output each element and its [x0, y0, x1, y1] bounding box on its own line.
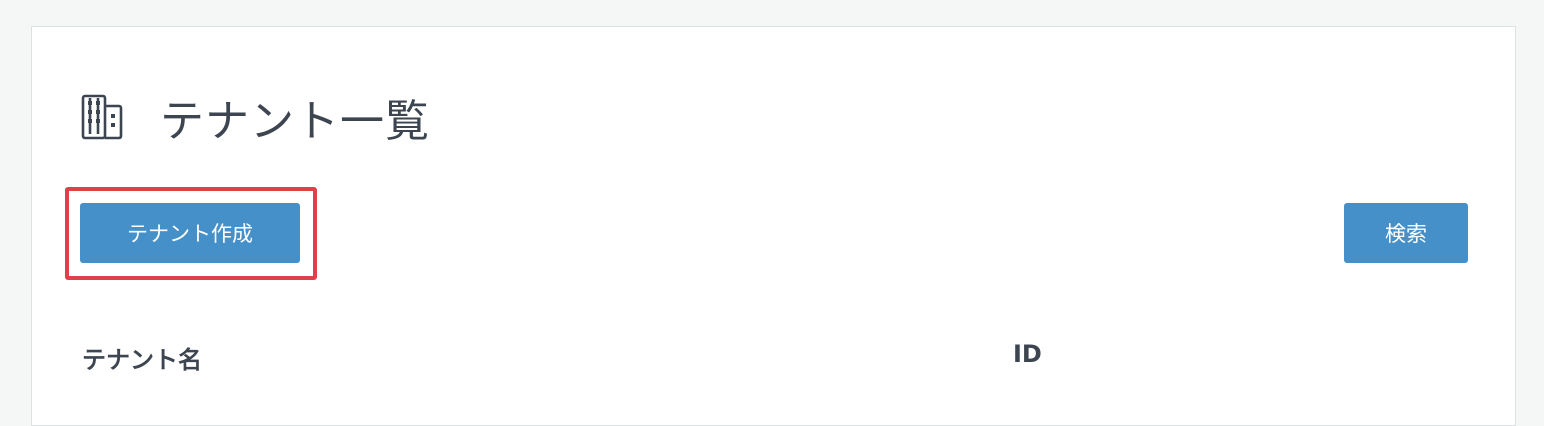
content-panel: テナント一覧 テナント作成 検索 テナント名 ID	[31, 26, 1516, 426]
page-title: テナント一覧	[160, 96, 430, 147]
column-header-id[interactable]: ID	[1013, 340, 1042, 368]
column-header-tenant-name[interactable]: テナント名	[82, 340, 202, 375]
building-icon	[79, 92, 129, 142]
create-tenant-button[interactable]: テナント作成	[80, 203, 300, 263]
page-header: テナント一覧	[79, 89, 430, 147]
search-button[interactable]: 検索	[1344, 203, 1468, 263]
